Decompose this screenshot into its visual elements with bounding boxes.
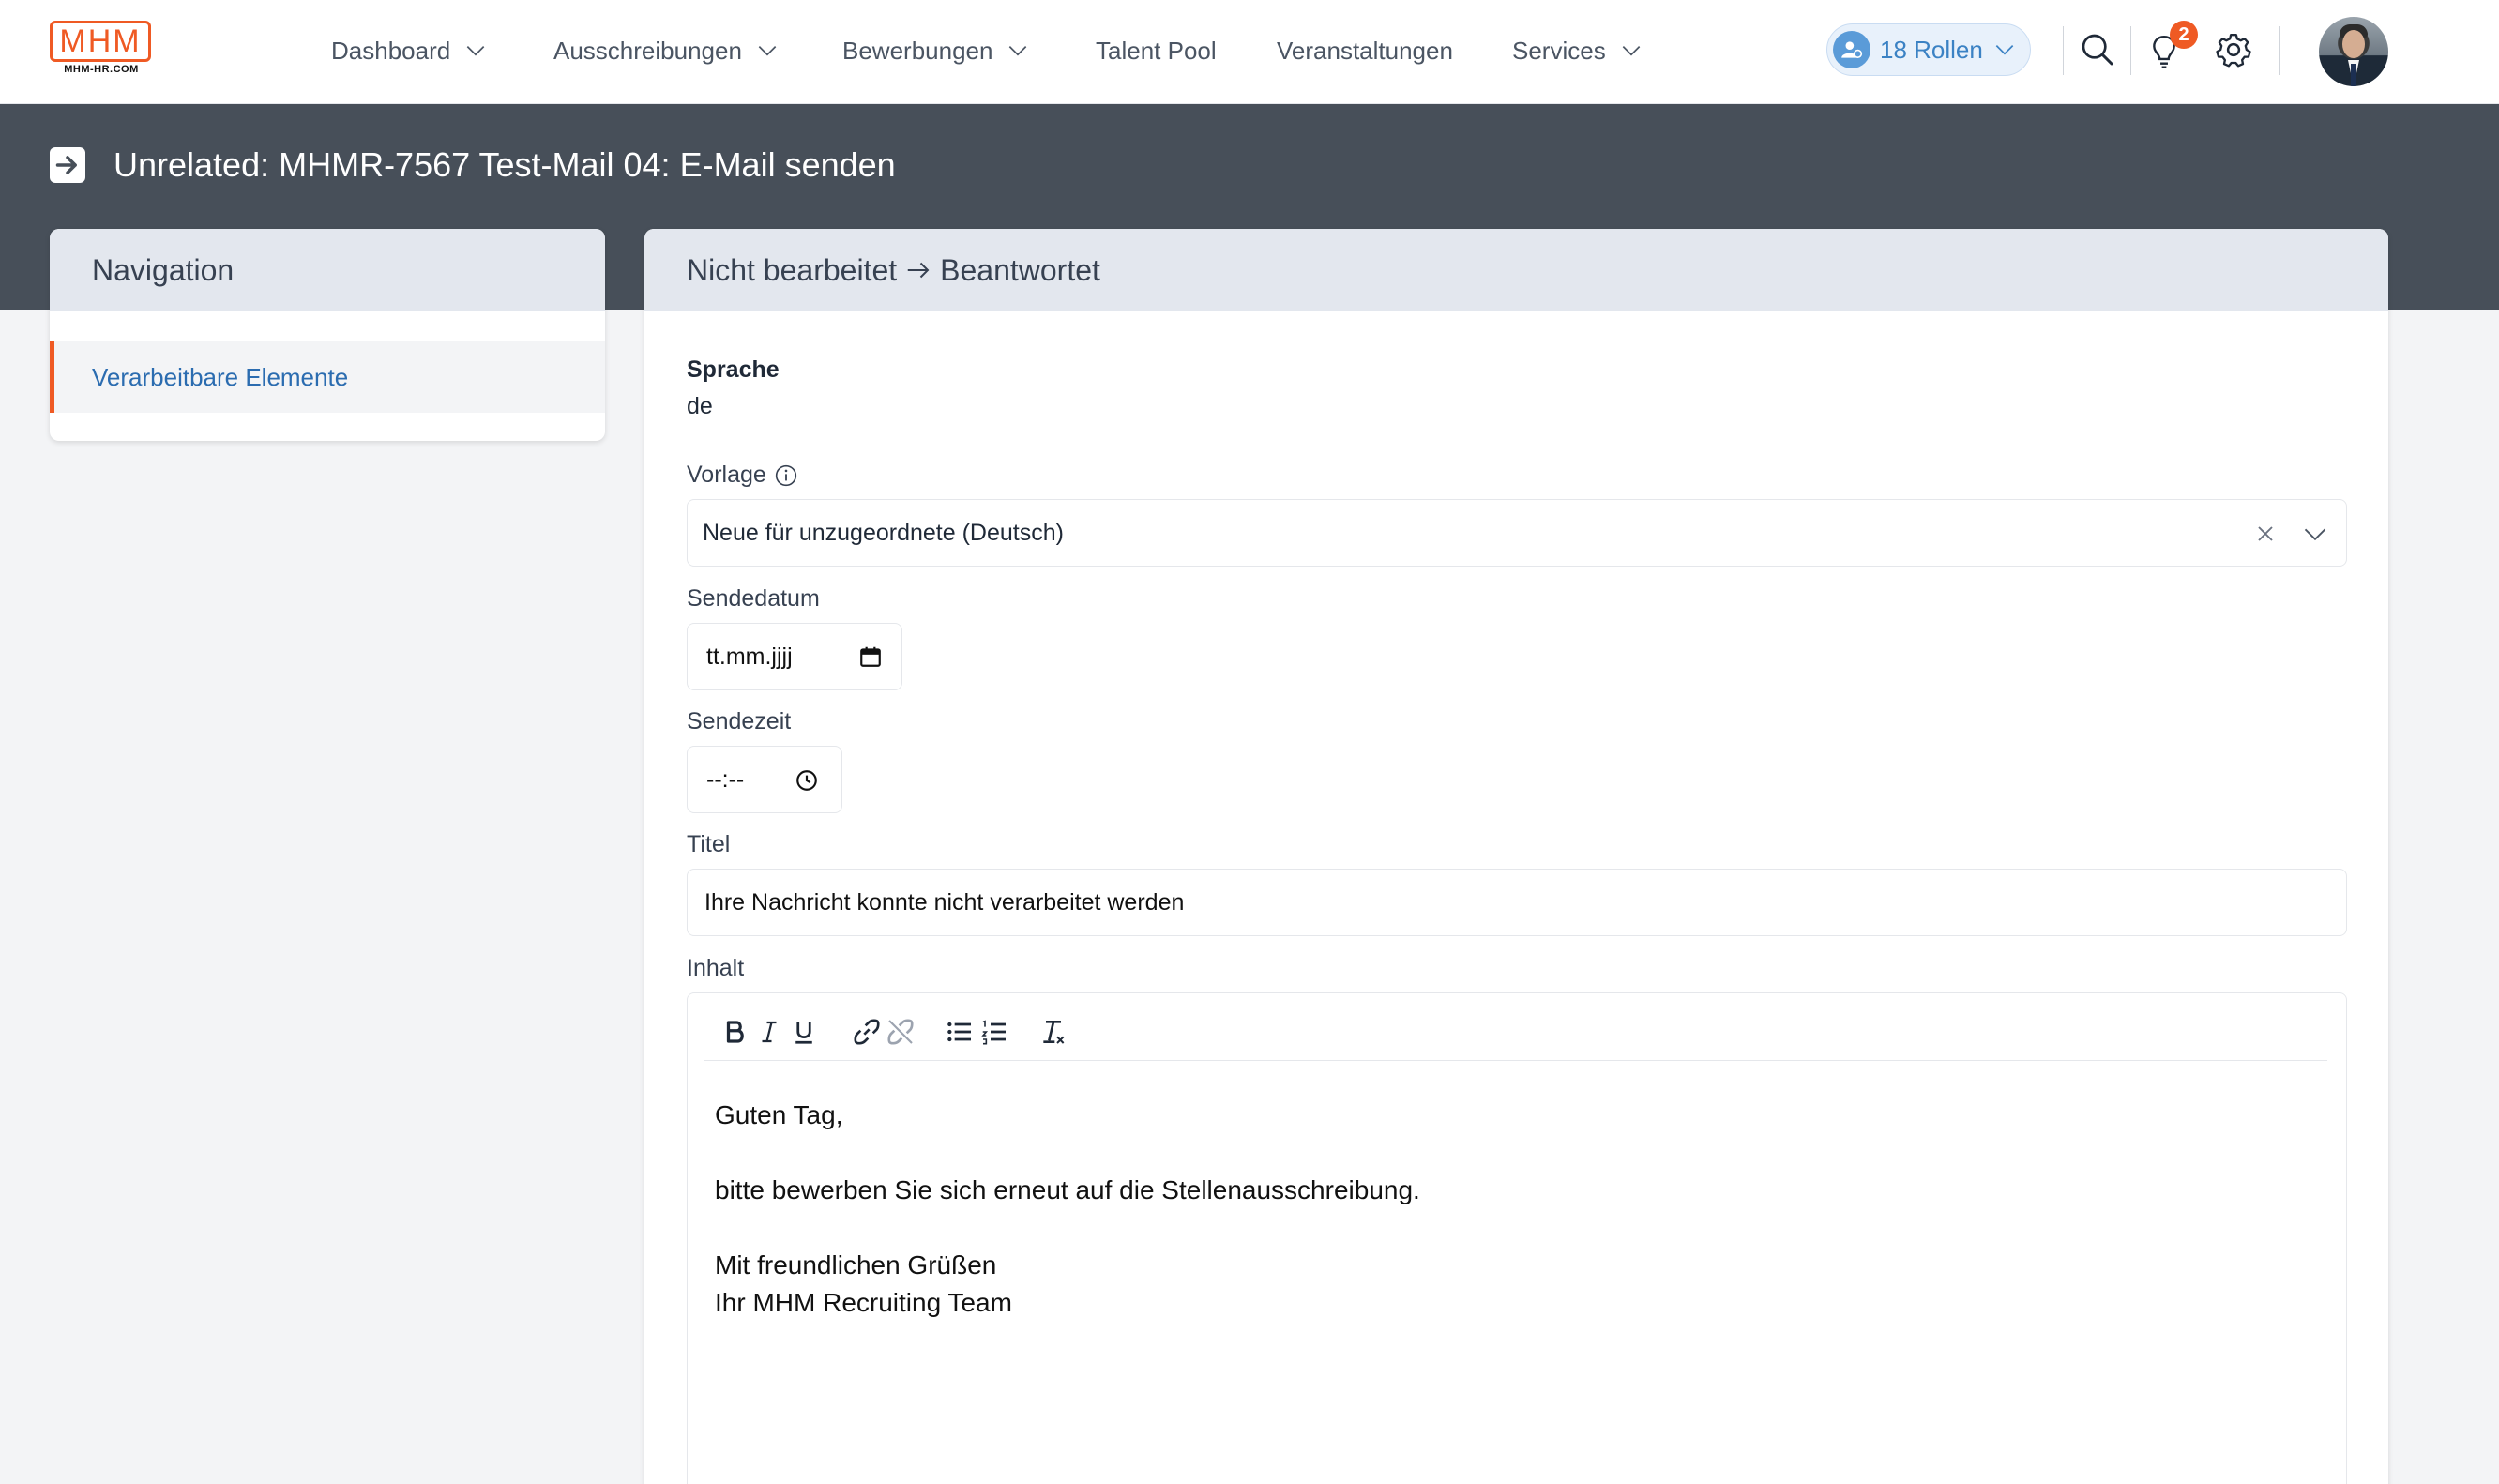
- logo-mark: MHM: [50, 21, 151, 62]
- roles-label: 18 Rollen: [1880, 35, 1983, 64]
- header-divider: [2130, 26, 2131, 75]
- search-button[interactable]: [2076, 28, 2119, 71]
- nav-talent-pool-label: Talent Pool: [1096, 36, 1217, 65]
- clear-format-button[interactable]: [1036, 1014, 1071, 1050]
- template-select[interactable]: Neue für unzugeordnete (Deutsch): [687, 499, 2347, 567]
- sidebar-item-label: Verarbeitbare Elemente: [92, 362, 349, 391]
- title-label: Titel: [687, 831, 731, 857]
- chevron-down-icon: [1995, 45, 2014, 55]
- nav-bewerbungen[interactable]: Bewerbungen: [842, 35, 1030, 67]
- status-transition: Nicht bearbeitet Beantwortet: [644, 229, 2388, 311]
- bold-button[interactable]: [718, 1014, 753, 1050]
- send-date-label: Sendedatum: [687, 585, 820, 612]
- user-avatar[interactable]: [2319, 17, 2388, 86]
- italic-button[interactable]: [751, 1014, 787, 1050]
- chevron-down-icon[interactable]: [2301, 521, 2329, 547]
- page-header: Unrelated: MHMR-7567 Test-Mail 04: E-Mai…: [50, 145, 896, 184]
- nav-dashboard[interactable]: Dashboard: [331, 35, 488, 67]
- email-form-card: Nicht bearbeitet Beantwortet Sprache de …: [644, 229, 2388, 1484]
- header-divider: [2279, 26, 2280, 75]
- content-line: Ihr MHM Recruiting Team: [715, 1288, 1012, 1317]
- chevron-down-icon: [1622, 46, 1640, 56]
- nav-services-label: Services: [1512, 36, 1606, 65]
- title-input-value: Ihre Nachricht konnte nicht verarbeitet …: [704, 888, 1185, 916]
- nav-ausschreibungen[interactable]: Ausschreibungen: [553, 35, 780, 67]
- search-icon: [2082, 34, 2113, 66]
- mhm-logo[interactable]: MHM MHM-HR.COM: [50, 21, 153, 83]
- unlink-button[interactable]: [883, 1014, 918, 1050]
- chevron-down-icon: [758, 46, 777, 56]
- send-date-value: tt.mm.jjjj: [706, 643, 793, 670]
- link-icon: [854, 1019, 880, 1045]
- status-to: Beantwortet: [940, 252, 1100, 287]
- template-label: Vorlage: [687, 462, 766, 488]
- navigation-card-title: Navigation: [50, 229, 605, 311]
- close-icon[interactable]: [2252, 521, 2279, 547]
- language-label: Sprache: [687, 356, 780, 383]
- gear-icon: [2216, 34, 2251, 68]
- avatar-tie: [2351, 64, 2356, 86]
- avatar-face: [2342, 30, 2365, 58]
- nav-dashboard-label: Dashboard: [331, 36, 451, 65]
- content-line: [715, 1209, 1420, 1247]
- content-line: [715, 1134, 1420, 1172]
- clear-format-icon: [1043, 1021, 1065, 1044]
- bold-icon: [726, 1021, 744, 1043]
- italic-icon: [762, 1021, 777, 1043]
- nav-ausschreibungen-label: Ausschreibungen: [553, 36, 742, 65]
- header-divider: [2063, 26, 2064, 75]
- sidebar-item-verarbeitbare-elemente[interactable]: Verarbeitbare Elemente: [50, 341, 605, 413]
- link-button[interactable]: [849, 1014, 885, 1050]
- send-time-input[interactable]: --:--: [687, 746, 842, 813]
- nav-bewerbungen-label: Bewerbungen: [842, 36, 993, 65]
- title-input[interactable]: Ihre Nachricht konnte nicht verarbeitet …: [687, 869, 2347, 936]
- info-icon[interactable]: [774, 463, 798, 488]
- chevron-down-icon: [466, 46, 485, 56]
- chevron-down-icon: [1009, 46, 1027, 56]
- send-time-value: --:--: [706, 765, 745, 793]
- underline-button[interactable]: [786, 1014, 822, 1050]
- nav-talent-pool[interactable]: Talent Pool: [1096, 35, 1217, 67]
- content-label: Inhalt: [687, 955, 745, 981]
- template-label-wrap: Vorlage: [687, 462, 798, 489]
- language-value: de: [687, 393, 713, 419]
- send-time-label: Sendezeit: [687, 708, 792, 734]
- settings-button[interactable]: [2212, 28, 2255, 71]
- underline-icon: [795, 1022, 812, 1044]
- arrow-right-icon: [50, 147, 85, 183]
- navigation-card: Navigation Verarbeitbare Elemente: [50, 229, 605, 441]
- rich-text-editor[interactable]: Guten Tag, bitte bewerben Sie sich erneu…: [687, 992, 2347, 1484]
- editor-toolbar: [704, 1001, 2327, 1061]
- nav-services[interactable]: Services: [1512, 35, 1643, 67]
- content-line: Mit freundlichen Grüßen: [715, 1250, 997, 1280]
- top-navbar: MHM MHM-HR.COM Dashboard Ausschreibungen…: [0, 0, 2499, 104]
- bullet-list-icon: [947, 1022, 971, 1042]
- content-line: bitte bewerben Sie sich erneut auf die S…: [715, 1175, 1420, 1204]
- status-from: Nicht bearbeitet: [687, 252, 898, 287]
- arrow-right-icon: [907, 262, 930, 279]
- bullet-list-button[interactable]: [942, 1014, 977, 1050]
- numbered-list-icon: [981, 1020, 1006, 1045]
- nav-veranstaltungen[interactable]: Veranstaltungen: [1277, 35, 1453, 67]
- notification-badge: 2: [2170, 21, 2198, 49]
- logo-subtitle: MHM-HR.COM: [64, 64, 139, 75]
- numbered-list-button[interactable]: [977, 1014, 1012, 1050]
- content-line: Guten Tag,: [715, 1100, 843, 1129]
- nav-veranstaltungen-label: Veranstaltungen: [1277, 36, 1453, 65]
- unlink-icon: [887, 1019, 914, 1045]
- editor-content[interactable]: Guten Tag, bitte bewerben Sie sich erneu…: [715, 1097, 1420, 1322]
- template-select-value: Neue für unzugeordnete (Deutsch): [703, 519, 1064, 546]
- user-gear-icon: [1833, 31, 1870, 68]
- page-title: Unrelated: MHMR-7567 Test-Mail 04: E-Mai…: [114, 145, 896, 184]
- clock-icon[interactable]: [795, 768, 819, 793]
- calendar-icon[interactable]: [858, 644, 883, 669]
- roles-dropdown[interactable]: 18 Rollen: [1826, 23, 2031, 76]
- send-date-input[interactable]: tt.mm.jjjj: [687, 623, 902, 690]
